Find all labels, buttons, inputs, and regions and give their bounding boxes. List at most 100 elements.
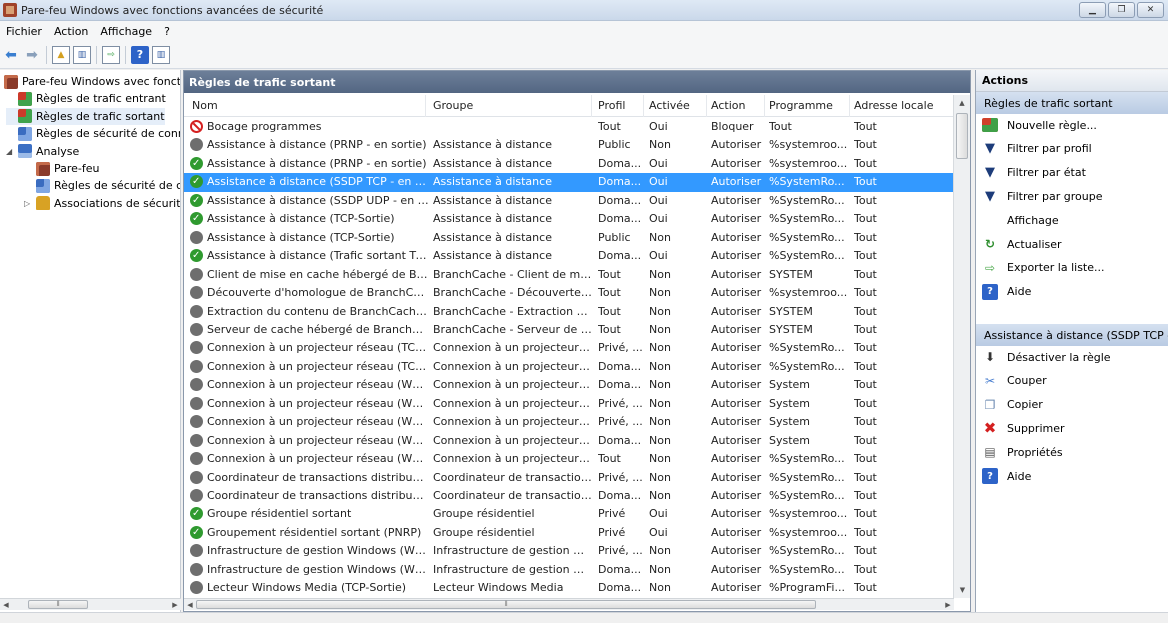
table-row[interactable]: Lecteur Windows Media (TCP-Sortie) Lecteu… — [184, 579, 954, 597]
export-list-icon[interactable]: ⇨ — [102, 45, 120, 64]
tree-node[interactable]: Pare-feu — [24, 160, 100, 177]
table-row[interactable]: Assistance à distance (Trafic sortant TC… — [184, 247, 954, 265]
cell-name: Coordinateur de transactions distribuées… — [207, 489, 429, 502]
table-row[interactable]: Serveur de cache hébergé de BranchCac...… — [184, 321, 954, 339]
back-arrow-icon[interactable]: ⬅ — [2, 46, 20, 64]
show-hide-action-pane-icon[interactable]: ▥ — [152, 45, 170, 64]
tree-expander-icon[interactable]: ◢ — [6, 147, 16, 156]
action-item[interactable]: ⇨ Exporter la liste... — [976, 257, 1168, 279]
tree-node[interactable]: Règles de sécurité de conne — [6, 125, 180, 142]
window-title: Pare-feu Windows avec fonctions avancées… — [21, 3, 324, 17]
tree-node[interactable]: ◢ Analyse — [6, 143, 79, 160]
show-hide-tree-icon[interactable]: ▥ — [73, 45, 91, 64]
action-item[interactable]: ↻ Actualiser — [976, 233, 1168, 255]
up-folder-icon[interactable]: ▲ — [52, 45, 70, 64]
table-row[interactable]: Connexion à un projecteur réseau (TCP-S.… — [184, 339, 954, 357]
restore-button[interactable]: ❐ — [1108, 2, 1135, 18]
table-row[interactable]: Extraction du contenu de BranchCache (..… — [184, 303, 954, 321]
action-item[interactable]: ▼ Filtrer par groupe — [976, 185, 1168, 207]
connection-security-icon — [18, 126, 32, 141]
action-item[interactable]: ▤ Propriétés — [976, 441, 1168, 463]
copy-icon: ❐ — [984, 397, 996, 412]
column-header-profile[interactable]: Profil — [594, 95, 644, 117]
table-row[interactable]: Infrastructure de gestion Windows (WMI..… — [184, 542, 954, 560]
tree-node[interactable]: Règles de sécurité de co — [24, 177, 180, 194]
refresh-icon: ↻ — [984, 237, 996, 251]
table-row[interactable]: Groupe résidentiel sortant Groupe résiden… — [184, 505, 954, 523]
scroll-left-icon[interactable]: ◀ — [184, 601, 196, 609]
table-row[interactable]: Connexion à un projecteur réseau (WSD ..… — [184, 432, 954, 450]
action-item[interactable]: ? Aide — [976, 465, 1168, 487]
cell-name: Connexion à un projecteur réseau (WSD ..… — [207, 433, 429, 447]
table-row[interactable]: Assistance à distance (PRNP - en sortie)… — [184, 155, 954, 173]
forward-arrow-icon[interactable]: ➡ — [23, 46, 41, 64]
table-row[interactable]: Coordinateur de transactions distribuées… — [184, 487, 954, 505]
action-item[interactable]: ❐ Copier — [976, 394, 1168, 416]
table-row[interactable]: Infrastructure de gestion Windows (WMI..… — [184, 561, 954, 579]
table-row[interactable]: Groupement résidentiel sortant (PNRP) Gro… — [184, 524, 954, 542]
actions-section-selected-rule[interactable]: Assistance à distance (SSDP TCP - ... — [976, 324, 1168, 346]
column-header-action[interactable]: Action — [707, 95, 765, 117]
enabled-rule-icon — [190, 249, 203, 263]
column-header-enabled[interactable]: Activée — [645, 95, 707, 117]
tree-node[interactable]: ▷ Associations de sécurité — [24, 195, 180, 212]
cell-profile: Doma... — [598, 378, 642, 392]
delete-icon: ✖ — [983, 419, 997, 438]
table-row[interactable]: Connexion à un projecteur réseau (TCP-S.… — [184, 358, 954, 376]
tree-horizontal-scrollbar[interactable]: ◀ ⦀ ▶ — [0, 598, 181, 610]
cell-program: SYSTEM — [769, 304, 813, 318]
table-row[interactable]: Découverte d'homologue de BranchCac... Br… — [184, 284, 954, 302]
action-item[interactable]: ⬇ Désactiver la règle — [976, 346, 1168, 368]
column-header-name[interactable]: Nom — [188, 95, 426, 117]
minimize-button[interactable]: ▁ — [1079, 2, 1106, 18]
scroll-left-icon[interactable]: ◀ — [0, 601, 12, 609]
scroll-right-icon[interactable]: ▶ — [942, 601, 954, 609]
action-item[interactable]: ▼ Filtrer par état — [976, 162, 1168, 184]
tree-node[interactable]: Pare-feu Windows avec fonctio — [2, 73, 180, 90]
column-header-program[interactable]: Programme — [765, 95, 850, 117]
cell-local: Tout — [854, 562, 877, 576]
column-header-local-address[interactable]: Adresse locale — [850, 95, 954, 117]
cell-program: %SystemRo... — [769, 562, 845, 576]
menu-action[interactable]: Action — [48, 25, 94, 38]
tree-node[interactable]: Règles de trafic sortant — [6, 107, 165, 125]
table-row[interactable]: Connexion à un projecteur réseau (WSD ..… — [184, 376, 954, 394]
menu-affichage[interactable]: Affichage — [94, 25, 158, 38]
disabled-rule-icon — [190, 304, 203, 318]
scroll-thumb[interactable]: ⦀ — [196, 600, 816, 609]
action-item[interactable]: ▼ Filtrer par profil — [976, 138, 1168, 160]
menu-help[interactable]: ? — [158, 25, 176, 38]
scroll-thumb[interactable] — [956, 113, 968, 159]
close-button[interactable]: ✕ — [1137, 2, 1164, 18]
help-icon[interactable]: ? — [131, 45, 149, 64]
cell-group: Assistance à distance — [433, 193, 552, 207]
table-row[interactable]: Assistance à distance (SSDP UDP - en sor… — [184, 192, 954, 210]
scroll-right-icon[interactable]: ▶ — [169, 601, 181, 609]
action-item[interactable]: Nouvelle règle... — [976, 114, 1168, 136]
table-row[interactable]: Bocage programmes Tout Oui Bloquer Tout Tout — [184, 118, 954, 136]
table-row[interactable]: Assistance à distance (TCP-Sortie) Assist… — [184, 229, 954, 247]
actions-section-outbound[interactable]: Règles de trafic sortant — [976, 92, 1168, 114]
menu-fichier[interactable]: Fichier — [0, 25, 48, 38]
action-item[interactable]: Affichage — [976, 209, 1168, 231]
rules-vertical-scrollbar[interactable]: ▲ ▼ — [953, 95, 970, 598]
table-row[interactable]: Assistance à distance (TCP-Sortie) Assist… — [184, 210, 954, 228]
action-item[interactable]: ✖ Supprimer — [976, 417, 1168, 439]
action-item[interactable]: ? Aide — [976, 281, 1168, 303]
action-item[interactable]: ✂ Couper — [976, 370, 1168, 392]
cell-local: Tout — [854, 230, 877, 244]
table-row[interactable]: Coordinateur de transactions distribuées… — [184, 469, 954, 487]
scroll-up-icon[interactable]: ▲ — [954, 95, 970, 111]
column-header-group[interactable]: Groupe — [429, 95, 592, 117]
table-row[interactable]: Connexion à un projecteur réseau (WSD ..… — [184, 413, 954, 431]
tree-expander-icon[interactable]: ▷ — [24, 199, 34, 208]
tree-node[interactable]: Règles de trafic entrant — [6, 90, 166, 107]
rules-horizontal-scrollbar[interactable]: ◀ ⦀ ▶ — [184, 598, 954, 610]
table-row[interactable]: Assistance à distance (PRNP - en sortie)… — [184, 136, 954, 154]
table-row[interactable]: Connexion à un projecteur réseau (WSD ..… — [184, 395, 954, 413]
table-row[interactable]: Assistance à distance (SSDP TCP - en sor… — [184, 173, 954, 192]
scroll-down-icon[interactable]: ▼ — [954, 582, 971, 598]
table-row[interactable]: Connexion à un projecteur réseau (WSD-..… — [184, 450, 954, 468]
scroll-thumb[interactable]: ⦀ — [28, 600, 88, 609]
table-row[interactable]: Client de mise en cache hébergé de Bran.… — [184, 266, 954, 284]
